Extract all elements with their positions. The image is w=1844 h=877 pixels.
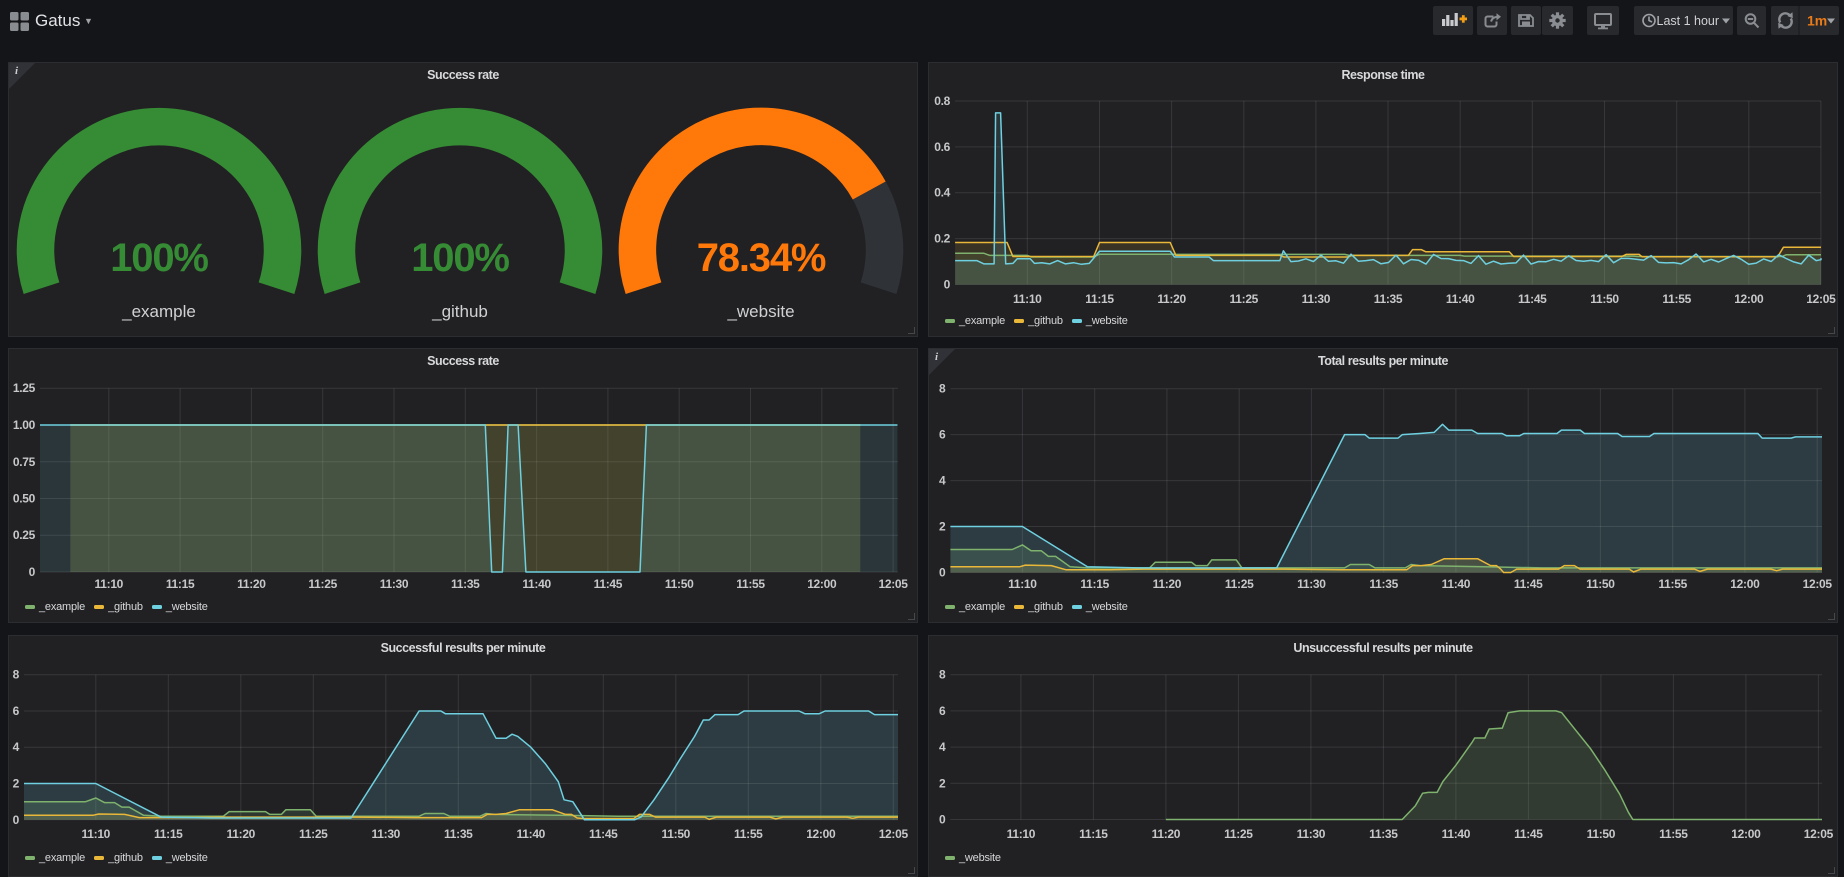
svg-text:0: 0	[939, 813, 946, 827]
svg-text:6: 6	[939, 428, 946, 442]
svg-text:11:20: 11:20	[227, 827, 256, 841]
svg-text:0.75: 0.75	[13, 455, 36, 469]
svg-text:11:55: 11:55	[1658, 577, 1687, 591]
svg-text:_example: _example	[121, 302, 196, 321]
svg-text:11:30: 11:30	[1302, 292, 1331, 306]
svg-text:11:45: 11:45	[594, 577, 623, 591]
svg-text:0.2: 0.2	[934, 232, 950, 246]
svg-text:11:40: 11:40	[1442, 577, 1471, 591]
svg-text:11:40: 11:40	[1446, 292, 1475, 306]
svg-text:11:45: 11:45	[1514, 827, 1543, 841]
svg-text:11:55: 11:55	[1662, 292, 1691, 306]
svg-text:_github: _github	[431, 302, 488, 321]
svg-text:12:00: 12:00	[806, 827, 836, 841]
svg-text:Last 1 hour: Last 1 hour	[1656, 14, 1719, 28]
svg-text:12:00: 12:00	[1730, 577, 1760, 591]
svg-text:11:10: 11:10	[1013, 292, 1042, 306]
svg-text:11:50: 11:50	[1587, 827, 1616, 841]
svg-text:11:25: 11:25	[1224, 827, 1253, 841]
svg-text:11:50: 11:50	[1586, 577, 1615, 591]
svg-text:11:50: 11:50	[1590, 292, 1619, 306]
svg-text:11:20: 11:20	[1153, 577, 1182, 591]
svg-text:0.8: 0.8	[934, 94, 950, 108]
svg-text:11:10: 11:10	[82, 827, 111, 841]
svg-text:4: 4	[939, 474, 946, 488]
svg-text:11:35: 11:35	[444, 827, 473, 841]
svg-text:12:05: 12:05	[1804, 827, 1834, 841]
svg-text:6: 6	[13, 704, 20, 718]
svg-text:4: 4	[939, 740, 946, 754]
svg-text:11:20: 11:20	[1152, 827, 1181, 841]
svg-text:12:05: 12:05	[1806, 292, 1836, 306]
svg-text:11:30: 11:30	[372, 827, 401, 841]
svg-text:11:30: 11:30	[380, 577, 409, 591]
svg-text:12:00: 12:00	[1731, 827, 1761, 841]
svg-text:1.25: 1.25	[13, 381, 36, 395]
svg-text:11:55: 11:55	[1659, 827, 1688, 841]
svg-text:11:10: 11:10	[95, 577, 124, 591]
svg-text:2: 2	[939, 520, 946, 534]
svg-text:0: 0	[13, 813, 20, 827]
svg-text:11:15: 11:15	[1080, 577, 1109, 591]
svg-text:11:55: 11:55	[736, 577, 765, 591]
svg-text:11:15: 11:15	[166, 577, 195, 591]
svg-text:11:25: 11:25	[1225, 577, 1254, 591]
svg-text:12:05: 12:05	[878, 577, 908, 591]
svg-text:0.4: 0.4	[934, 186, 950, 200]
svg-text:0.25: 0.25	[13, 528, 36, 542]
svg-text:12:05: 12:05	[1803, 577, 1833, 591]
svg-text:11:35: 11:35	[451, 577, 480, 591]
svg-text:11:45: 11:45	[1514, 577, 1543, 591]
svg-text:11:15: 11:15	[1079, 827, 1108, 841]
svg-text:0: 0	[939, 566, 946, 580]
svg-text:6: 6	[939, 704, 946, 718]
svg-text:11:50: 11:50	[662, 827, 691, 841]
svg-text:8: 8	[13, 668, 20, 682]
svg-text:11:55: 11:55	[734, 827, 763, 841]
svg-text:100%: 100%	[411, 236, 509, 280]
svg-text:2: 2	[939, 776, 946, 790]
svg-text:8: 8	[939, 382, 946, 396]
svg-text:11:50: 11:50	[665, 577, 694, 591]
svg-text:0: 0	[29, 565, 36, 579]
svg-text:11:30: 11:30	[1297, 577, 1326, 591]
svg-text:11:40: 11:40	[1442, 827, 1471, 841]
svg-text:100%: 100%	[110, 236, 208, 280]
svg-text:12:00: 12:00	[807, 577, 837, 591]
svg-text:11:35: 11:35	[1369, 577, 1398, 591]
svg-text:11:20: 11:20	[237, 577, 266, 591]
svg-text:0.50: 0.50	[13, 492, 36, 506]
svg-text:1m: 1m	[1807, 13, 1827, 29]
svg-text:78.34%: 78.34%	[697, 236, 826, 280]
svg-text:11:25: 11:25	[308, 577, 337, 591]
svg-text:11:25: 11:25	[299, 827, 328, 841]
svg-text:11:40: 11:40	[522, 577, 551, 591]
svg-text:4: 4	[13, 740, 20, 754]
svg-text:11:45: 11:45	[1518, 292, 1547, 306]
svg-text:12:05: 12:05	[879, 827, 909, 841]
svg-text:11:10: 11:10	[1008, 577, 1037, 591]
svg-text:12:00: 12:00	[1734, 292, 1764, 306]
svg-text:11:35: 11:35	[1369, 827, 1398, 841]
svg-text:1.00: 1.00	[13, 418, 36, 432]
svg-text:11:20: 11:20	[1157, 292, 1186, 306]
svg-text:11:40: 11:40	[517, 827, 546, 841]
svg-text:8: 8	[939, 668, 946, 682]
svg-text:0: 0	[944, 278, 951, 292]
svg-text:11:15: 11:15	[1085, 292, 1114, 306]
svg-text:11:30: 11:30	[1297, 827, 1326, 841]
svg-text:2: 2	[13, 777, 20, 791]
svg-text:0.6: 0.6	[934, 140, 950, 154]
svg-text:11:45: 11:45	[589, 827, 618, 841]
svg-text:11:25: 11:25	[1230, 292, 1259, 306]
svg-text:11:15: 11:15	[154, 827, 183, 841]
svg-text:_website: _website	[726, 302, 794, 321]
svg-text:11:10: 11:10	[1007, 827, 1036, 841]
svg-text:11:35: 11:35	[1374, 292, 1403, 306]
